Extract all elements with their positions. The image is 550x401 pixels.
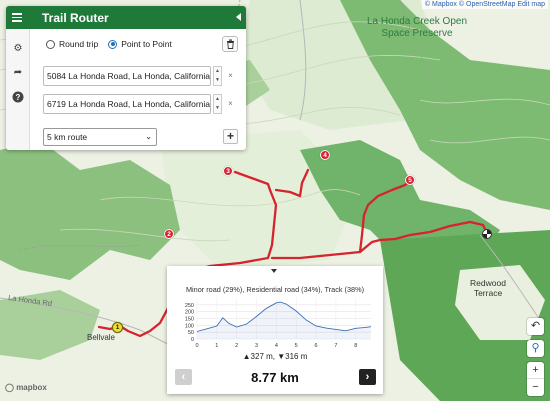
waypoint-row-end: 6719 La Honda Road, La Honda, California… xyxy=(43,94,237,114)
location-pin-icon[interactable]: ⚲ xyxy=(527,340,544,357)
waypoint-reorder-arrows[interactable]: ▲ ▼ xyxy=(213,94,222,114)
edit-map-link[interactable]: Edit map xyxy=(517,1,545,8)
osm-attribution-link[interactable]: © OpenStreetMap xyxy=(459,1,516,8)
trail-router-panel: Trail Router ⚙ ➦ ? Round trip Point to P… xyxy=(6,6,246,150)
round-trip-radio[interactable] xyxy=(46,39,55,49)
y-tick-label: 0 xyxy=(191,337,194,343)
y-tick-label: 100 xyxy=(185,323,194,329)
round-trip-label[interactable]: Round trip xyxy=(59,39,98,49)
elevation-card: Minor road (29%), Residential road (34%)… xyxy=(167,266,383,394)
panel-header: Trail Router xyxy=(6,6,246,29)
x-tick-label: 8 xyxy=(354,343,357,349)
share-arrow-icon[interactable]: ➦ xyxy=(12,67,24,79)
y-tick-label: 250 xyxy=(185,303,194,309)
waypoint-row-start: 5084 La Honda Road, La Honda, California… xyxy=(43,66,237,86)
elevation-area xyxy=(197,302,371,339)
help-icon[interactable]: ? xyxy=(12,91,24,103)
chevron-down-icon: ⌄ xyxy=(145,132,152,141)
x-tick-label: 2 xyxy=(235,343,238,349)
clear-end-icon[interactable]: × xyxy=(225,94,236,114)
clear-route-button[interactable] xyxy=(222,36,238,52)
bellvale-label: Bellvale xyxy=(86,333,115,342)
climb-descent: ▲327 m, ▼316 m xyxy=(242,352,308,361)
route-length-select[interactable]: 5 km route ⌄ xyxy=(43,128,157,146)
x-tick-label: 3 xyxy=(255,343,258,349)
clear-start-icon[interactable]: × xyxy=(225,66,236,86)
redwood-terrace-label: Redwood Terrace xyxy=(470,278,506,298)
svg-text:?: ? xyxy=(16,93,21,102)
x-tick-label: 6 xyxy=(315,343,318,349)
route-length-value: 5 km route xyxy=(47,132,88,142)
map-attribution: © Mapbox © OpenStreetMap Edit map xyxy=(421,0,548,9)
panel-title: Trail Router xyxy=(42,10,109,25)
x-tick-label: 1 xyxy=(215,343,218,349)
surface-summary: Minor road (29%), Residential road (34%)… xyxy=(185,285,365,294)
undo-icon[interactable]: ↶ xyxy=(527,318,544,335)
route-marker-4[interactable]: 4 xyxy=(320,150,330,160)
route-distance: 8.77 km xyxy=(251,370,299,385)
menu-icon[interactable] xyxy=(6,6,28,29)
x-tick-label: 0 xyxy=(195,343,198,349)
locate-control: ⚲ xyxy=(527,340,544,357)
mapbox-logo-text: mapbox xyxy=(16,383,47,392)
end-address-input[interactable]: 6719 La Honda Road, La Honda, California xyxy=(43,94,211,114)
point-to-point-label[interactable]: Point to Point xyxy=(121,39,172,49)
route-marker-2[interactable]: 2 xyxy=(164,229,174,239)
zoom-control: + − xyxy=(527,362,544,396)
y-tick-label: 50 xyxy=(188,330,194,336)
zoom-in-button[interactable]: + xyxy=(527,362,544,379)
elevation-profile-chart[interactable]: 0501001502002500 1 2 3 4 5 6 7 8 xyxy=(171,295,377,351)
mapbox-attribution-link[interactable]: © Mapbox xyxy=(425,1,457,8)
trash-icon xyxy=(226,39,234,49)
panel-side-toolbar: ⚙ ➦ ? xyxy=(6,29,30,150)
preserve-label: La Honda Creek Open Space Preserve xyxy=(366,16,468,39)
reset-control: ↶ xyxy=(527,318,544,335)
next-route-button[interactable]: › xyxy=(359,369,376,385)
collapse-panel-icon[interactable] xyxy=(236,13,241,21)
y-tick-label: 200 xyxy=(185,310,194,316)
finish-flag-icon[interactable] xyxy=(482,229,492,239)
x-tick-label: 7 xyxy=(334,343,337,349)
x-tick-label: 5 xyxy=(295,343,298,349)
y-tick-label: 150 xyxy=(185,317,194,323)
collapse-caret-icon[interactable] xyxy=(271,269,277,273)
route-marker-3[interactable]: 3 xyxy=(223,166,233,176)
route-mode-selector: Round trip Point to Point xyxy=(46,35,239,53)
add-waypoint-button[interactable]: + xyxy=(223,129,238,144)
waypoint-reorder-arrows[interactable]: ▲ ▼ xyxy=(213,66,222,86)
settings-gear-icon[interactable]: ⚙ xyxy=(12,43,24,55)
start-address-input[interactable]: 5084 La Honda Road, La Honda, California xyxy=(43,66,211,86)
mapbox-logo: ◯ mapbox xyxy=(5,383,47,392)
panel-body: Round trip Point to Point 5084 La Honda … xyxy=(30,29,246,150)
x-tick-label: 4 xyxy=(275,343,278,349)
zoom-out-button[interactable]: − xyxy=(527,379,544,396)
point-to-point-radio[interactable] xyxy=(108,39,118,49)
route-marker-1[interactable]: 1 xyxy=(112,322,123,333)
route-marker-5[interactable]: 5 xyxy=(405,175,415,185)
